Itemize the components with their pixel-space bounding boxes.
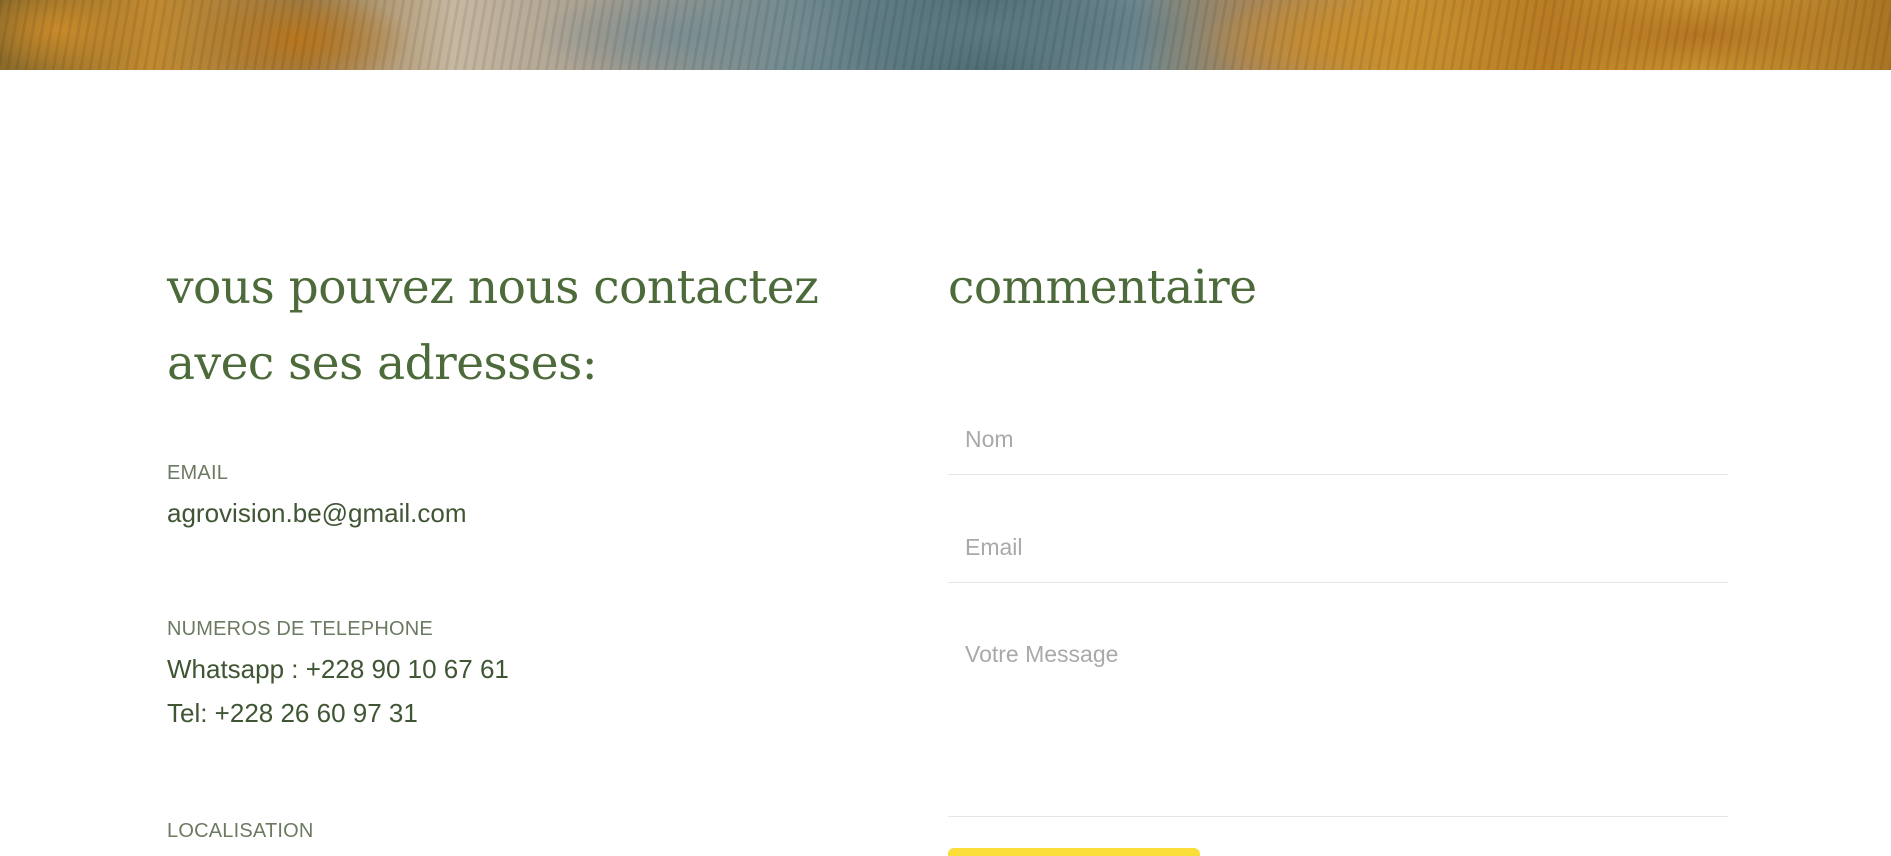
hero-banner-image — [0, 0, 1891, 70]
contact-section: vous pouvez nous contactez avec ses adre… — [0, 70, 1891, 856]
contact-heading: vous pouvez nous contactez avec ses adre… — [167, 260, 819, 391]
email-block: EMAIL agrovision.be@gmail.com — [167, 462, 467, 535]
page: vous pouvez nous contactez avec ses adre… — [0, 0, 1891, 856]
comment-heading: commentaire — [948, 260, 1257, 315]
whatsapp-number: Whatsapp : +228 90 10 67 61 — [167, 654, 509, 684]
location-block: LOCALISATION — [167, 820, 314, 843]
message-textarea[interactable] — [948, 623, 1728, 817]
email-value: agrovision.be@gmail.com — [167, 498, 467, 528]
contact-info-column: vous pouvez nous contactez avec ses adre… — [167, 250, 847, 842]
name-input[interactable] — [948, 405, 1728, 475]
phone-label: NUMEROS DE TELEPHONE — [167, 618, 433, 640]
email-label: EMAIL — [167, 462, 229, 484]
email-input[interactable] — [948, 513, 1728, 583]
location-label: LOCALISATION — [167, 820, 314, 842]
tel-number: Tel: +228 26 60 97 31 — [167, 698, 418, 728]
phone-block: NUMEROS DE TELEPHONE Whatsapp : +228 90 … — [167, 618, 509, 735]
comment-form: commentaire — [948, 250, 1728, 856]
submit-button[interactable] — [948, 848, 1200, 856]
